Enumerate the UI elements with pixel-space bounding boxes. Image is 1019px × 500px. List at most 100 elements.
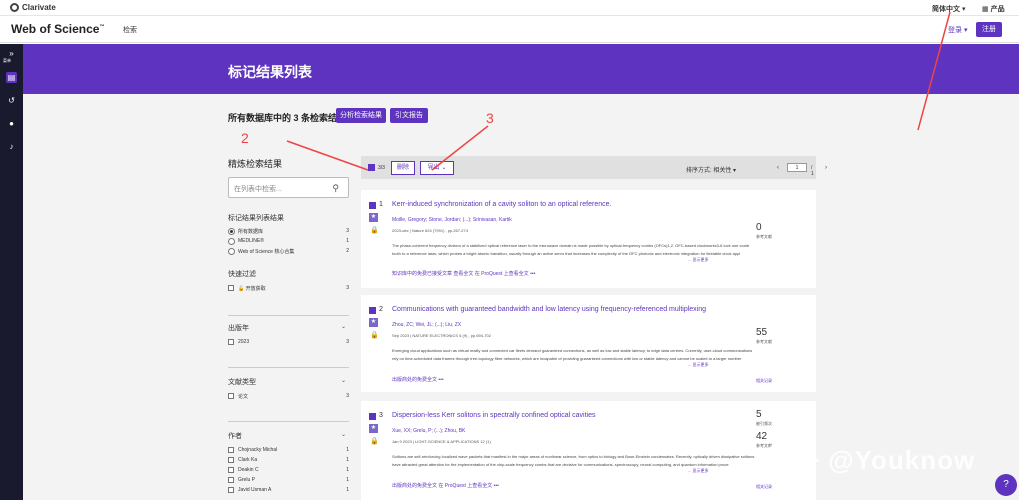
facet-count: 1 xyxy=(346,457,349,463)
facet-option[interactable]: Deakin C 1 xyxy=(228,466,349,475)
wos-logo[interactable]: Web of Science™ xyxy=(11,22,104,36)
result-checkbox[interactable] xyxy=(369,413,376,420)
result-card: 2 ★ 🔒 Communications with guaranteed ban… xyxy=(361,295,816,392)
facet-label-text: 开放获取 xyxy=(245,286,266,292)
watermark: 知乎 @Youknow xyxy=(766,445,976,475)
facet-option[interactable]: Clark Ka 1 xyxy=(228,456,349,465)
analyze-results-button[interactable]: 分析检索结果 xyxy=(336,108,386,123)
bookmark-icon[interactable]: ★ xyxy=(369,318,378,327)
checkbox[interactable] xyxy=(228,285,234,291)
show-more-link[interactable]: ... 显示更多 xyxy=(688,257,708,263)
page-number-input[interactable]: 1 xyxy=(787,163,807,172)
reference-count[interactable]: 55 xyxy=(756,327,767,338)
facet-option[interactable]: 2023 3 xyxy=(228,338,349,347)
products-menu[interactable]: ▦ 产品 xyxy=(982,4,1005,14)
chevron-down-icon[interactable]: ⌄ xyxy=(341,323,346,330)
citation-report-button[interactable]: 引文报告 xyxy=(390,108,428,123)
radio-selected[interactable] xyxy=(228,228,235,235)
brand-label: Clarivate xyxy=(22,3,56,12)
facet-count: 3 xyxy=(346,228,349,234)
facet-label: 2023 xyxy=(238,339,250,345)
facet-option[interactable]: MEDLINE® 1 xyxy=(228,237,349,246)
checkbox[interactable] xyxy=(228,487,234,493)
export-button[interactable]: 导出 ⌄ xyxy=(420,161,454,175)
facet-label: Chojnacky Michal xyxy=(238,447,278,453)
chevron-down-icon[interactable]: ⌄ xyxy=(341,377,346,384)
result-abstract: Solitons are self-reinforcing localized … xyxy=(392,454,755,467)
login-label: 登录 xyxy=(948,27,962,34)
facet-option[interactable]: 论文 3 xyxy=(228,392,349,401)
checkbox[interactable] xyxy=(228,447,234,453)
reference-count[interactable]: 0 xyxy=(756,222,762,233)
facet-label: 论文 xyxy=(238,394,249,400)
top-bar: Clarivate 简体中文 ▾ ▦ 产品 xyxy=(0,0,1019,16)
facet-option[interactable]: Javid Usman A 1 xyxy=(228,486,349,495)
delete-button[interactable]: 删除 xyxy=(391,161,415,175)
bookmark-icon[interactable]: ★ xyxy=(369,424,378,433)
checkbox[interactable] xyxy=(228,457,234,463)
facet-option[interactable]: Grelu P 1 xyxy=(228,476,349,485)
result-links[interactable]: 出版商处的免费全文 ••• xyxy=(392,376,444,383)
facet-option[interactable]: 所有数据库 3 xyxy=(228,227,349,236)
next-page-icon[interactable]: › xyxy=(825,165,827,171)
search-icon[interactable]: ⚲ xyxy=(332,183,339,194)
language-label: 简体中文 xyxy=(932,6,960,13)
result-source: Sep 2023 | NATURE ELECTRONICS 6 (9) , pp… xyxy=(392,333,492,338)
result-links[interactable]: 知识库中的免费已接受文章 查看全文 在 ProQuest 上查看全文 ••• xyxy=(392,270,535,277)
result-checkbox[interactable] xyxy=(369,202,376,209)
citation-count[interactable]: 5 xyxy=(756,409,762,420)
result-links[interactable]: 出版商处的免费全文 在 ProQuest 上查看全文 ••• xyxy=(392,482,499,489)
sort-dropdown[interactable]: 排序方式: 相关性 ▾ xyxy=(686,165,736,174)
result-checkbox[interactable] xyxy=(369,307,376,314)
help-button[interactable]: ? xyxy=(995,474,1017,496)
facet-count: 1 xyxy=(346,487,349,493)
checkbox[interactable] xyxy=(228,393,234,399)
search-within-input[interactable]: 在列表中检索... ⚲ xyxy=(228,177,349,198)
show-more-link[interactable]: ... 显示更多 xyxy=(688,362,708,368)
language-selector[interactable]: 简体中文 ▾ xyxy=(932,4,965,14)
checkbox[interactable] xyxy=(228,339,234,345)
page-title: 标记结果列表 xyxy=(228,64,312,80)
clarivate-logo-icon xyxy=(10,3,19,12)
chevron-down-icon[interactable]: ⌄ xyxy=(341,431,346,438)
open-lock-icon: 🔓 xyxy=(238,286,245,292)
related-records-link[interactable]: 相关记录 xyxy=(756,484,772,490)
related-records-link[interactable]: 相关记录 xyxy=(756,378,772,384)
facet-label: 所有数据库 xyxy=(238,229,264,235)
checkbox[interactable] xyxy=(228,477,234,483)
result-title[interactable]: Kerr-induced synchronization of a cavity… xyxy=(392,201,611,208)
clarivate-brand[interactable]: Clarivate xyxy=(10,3,56,12)
show-more-link[interactable]: ... 显示更多 xyxy=(688,468,708,474)
result-title[interactable]: Dispersion-less Kerr solitons in spectra… xyxy=(392,412,595,419)
radio[interactable] xyxy=(228,238,235,245)
checkbox[interactable] xyxy=(228,467,234,473)
result-abstract: Emerging cloud applications such as virt… xyxy=(392,348,753,361)
result-source: Jan 9 2023 | LIGHT-SCIENCE & APPLICATION… xyxy=(392,439,491,444)
radio[interactable] xyxy=(228,248,235,255)
facet-option[interactable]: 🔓 开放获取 3 xyxy=(228,284,349,293)
bookmark-icon[interactable]: ★ xyxy=(369,213,378,222)
result-number: 2 xyxy=(379,306,383,313)
reference-label: 参考文献 xyxy=(756,339,772,344)
prev-page-icon[interactable]: ‹ xyxy=(777,165,779,171)
app-root: Clarivate 简体中文 ▾ ▦ 产品 Web of Science™ 检索… xyxy=(0,0,1019,500)
bell-icon[interactable]: ♪ xyxy=(6,141,17,152)
facet-option[interactable]: Web of Science 核心合集 2 xyxy=(228,247,349,256)
result-authors[interactable]: Xue, XX; Grelu, P; (...); Zhou, BK xyxy=(392,428,465,434)
result-authors[interactable]: Moille, Gregory; Stone, Jordan; (...); S… xyxy=(392,217,512,223)
login-link[interactable]: 登录 ▾ xyxy=(948,25,967,35)
result-authors[interactable]: Zhou, ZC; Wei, JL; (...); Liu, ZX xyxy=(392,322,461,328)
facet-count: 2 xyxy=(346,248,349,254)
select-all-checkbox[interactable] xyxy=(368,164,375,171)
wos-logo-text: Web of Science xyxy=(11,22,100,36)
user-icon[interactable]: ● xyxy=(6,118,17,129)
marked-list-icon[interactable]: ▤ xyxy=(6,72,17,83)
result-title[interactable]: Communications with guaranteed bandwidth… xyxy=(392,306,706,313)
pub-year-heading: 出版年 xyxy=(228,325,249,332)
facet-option[interactable]: Chojnacky Michal 1 xyxy=(228,446,349,455)
register-button[interactable]: 注册 xyxy=(976,22,1002,37)
nav-search-link[interactable]: 检索 xyxy=(123,25,137,35)
result-card: 1 ★ 🔒 Kerr-induced synchronization of a … xyxy=(361,190,816,288)
history-icon[interactable]: ↺ xyxy=(6,95,17,106)
selected-count: 3/3 xyxy=(378,165,385,171)
